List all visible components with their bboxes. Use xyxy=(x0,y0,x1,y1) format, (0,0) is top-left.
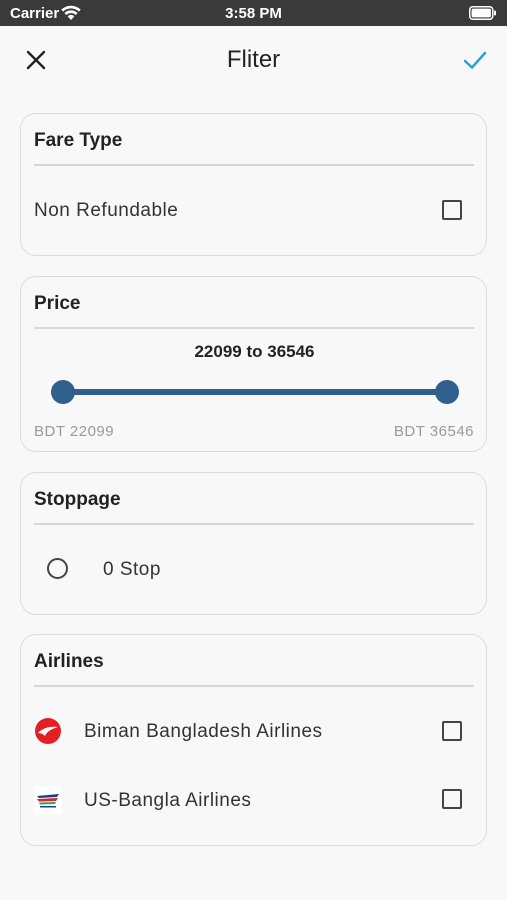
checkmark-icon xyxy=(463,51,487,69)
price-min-handle[interactable] xyxy=(51,380,75,404)
non-refundable-checkbox[interactable] xyxy=(442,200,462,220)
price-card: Price 22099 to 36546 BDT 22099 BDT 36546 xyxy=(20,276,487,452)
divider xyxy=(34,685,474,687)
zero-stop-radio[interactable] xyxy=(47,558,68,579)
app-bar: Fliter xyxy=(0,26,507,96)
airlines-title: Airlines xyxy=(34,651,104,672)
us-bangla-logo-icon xyxy=(34,786,62,814)
divider xyxy=(34,523,474,525)
price-min-label: BDT 22099 xyxy=(34,423,115,440)
price-range-label: 22099 to 36546 xyxy=(194,342,315,361)
apply-filter-button[interactable] xyxy=(461,46,489,74)
divider xyxy=(34,327,474,329)
price-title: Price xyxy=(34,293,81,314)
airlines-card: Airlines Biman Bangladesh Airlines US-Ba… xyxy=(20,634,487,846)
stop-option-label: 0 Stop xyxy=(103,559,161,580)
price-max-label: BDT 36546 xyxy=(393,423,474,440)
fare-type-title: Fare Type xyxy=(34,130,123,151)
divider xyxy=(34,164,474,166)
price-slider-track[interactable] xyxy=(63,389,447,395)
battery-icon xyxy=(469,6,497,25)
page-title: Fliter xyxy=(226,46,281,73)
airline-label-us-bangla: US-Bangla Airlines xyxy=(84,790,252,811)
fare-option-label: Non Refundable xyxy=(34,200,179,221)
status-bar: Carrier 3:58 PM xyxy=(0,0,507,26)
stoppage-title: Stoppage xyxy=(34,489,121,510)
status-time: 3:58 PM xyxy=(225,5,282,22)
airline-label-biman: Biman Bangladesh Airlines xyxy=(84,721,323,742)
fare-type-card: Fare Type Non Refundable xyxy=(20,113,487,256)
biman-checkbox[interactable] xyxy=(442,721,462,741)
stoppage-card: Stoppage 0 Stop xyxy=(20,472,487,615)
biman-logo-icon xyxy=(34,717,62,745)
us-bangla-checkbox[interactable] xyxy=(442,789,462,809)
price-max-handle[interactable] xyxy=(435,380,459,404)
